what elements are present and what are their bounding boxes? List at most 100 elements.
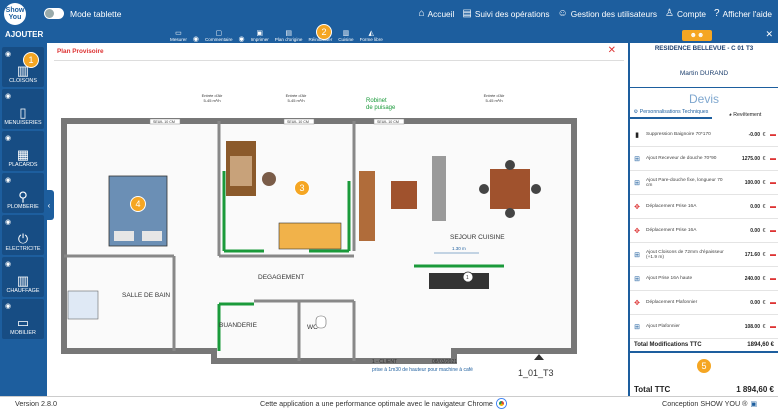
tool-original-plan[interactable]: ▤ Plan d'origine bbox=[272, 27, 306, 43]
air-flow-text: 5-45 m³/h bbox=[485, 98, 502, 103]
tool-print[interactable]: ▣ Imprimer bbox=[248, 27, 272, 43]
sidebar-item-electricite[interactable]: ◉ ⏻ ELECTRICITE bbox=[2, 215, 44, 255]
sidebar-item-menuiseries[interactable]: ◉ ▯ MENUISERIES bbox=[2, 89, 44, 129]
robinet-label: Robinet bbox=[366, 98, 387, 104]
note-date: 08/03/2021 bbox=[432, 359, 457, 365]
sidebar-item-mobilier[interactable]: ◉ ▭ MOBILIER bbox=[2, 299, 44, 339]
right-panel-close-icon[interactable]: ✕ bbox=[765, 29, 773, 40]
eye-icon[interactable]: ◉ bbox=[5, 260, 11, 268]
nav-account[interactable]: ♙ Compte bbox=[665, 8, 707, 19]
list-item[interactable]: ✥ Déplacement Prise 16A 0.00 € ▬ bbox=[630, 195, 778, 219]
item-price: 0.00 bbox=[750, 203, 760, 210]
sidebar-item-label: MOBILIER bbox=[10, 330, 36, 336]
chair bbox=[505, 160, 515, 170]
item-label: Déplacement Prise 16A bbox=[646, 228, 697, 233]
nav-home[interactable]: ⌂ Accueil bbox=[418, 7, 455, 19]
chair bbox=[505, 208, 515, 218]
list-item[interactable]: ▮ Suppression Baignoire 70*170 -0.00 € ▬ bbox=[630, 123, 778, 147]
sidebar-collapse-tab[interactable]: ‹ bbox=[44, 190, 54, 220]
currency: € bbox=[762, 203, 766, 210]
air-inlets: Entrée d'Air 5-45 m³/h Entrée d'Air 5-45… bbox=[202, 93, 505, 103]
plan-toolbar: ▭ Mesurer ◉ ▢ Commentaire ◉ ▣ Imprimer ▤ Pla… bbox=[47, 27, 628, 43]
tool-eye-1[interactable]: ◉ bbox=[190, 27, 202, 43]
nav-help[interactable]: ? Afficher l'aide bbox=[714, 8, 772, 19]
floor-plan[interactable]: Entrée d'Air 5-45 m³/h Entrée d'Air 5-45… bbox=[54, 61, 624, 391]
chair bbox=[531, 184, 541, 194]
eye-icon[interactable]: ◉ bbox=[5, 134, 11, 142]
table bbox=[391, 181, 417, 209]
total-modifications: Total Modifications TTC 1894,60 € bbox=[630, 339, 778, 353]
eye-icon[interactable]: ◉ bbox=[5, 176, 11, 184]
currency: € bbox=[762, 275, 766, 282]
air-flow-text: 5-45 m³/h bbox=[287, 98, 304, 103]
list-item[interactable]: ⊞ Ajout Plafonnier 108.00 € ▬ bbox=[630, 315, 778, 339]
app-logo[interactable]: Show You bbox=[0, 0, 30, 27]
trash-icon[interactable]: ▬ bbox=[768, 132, 778, 138]
plan-title: Plan Provisoire bbox=[57, 48, 104, 55]
people-button[interactable]: ☻☻ bbox=[682, 30, 712, 41]
bed-2 bbox=[278, 222, 342, 250]
sidebar-item-plomberie[interactable]: ◉ ⚲ PLOMBERIE bbox=[2, 173, 44, 213]
step-badge: 5 bbox=[696, 358, 712, 374]
trash-icon[interactable]: ▬ bbox=[768, 252, 778, 258]
toilet bbox=[315, 315, 327, 329]
step-badge: 3 bbox=[294, 180, 310, 196]
list-item[interactable]: ⊞ Ajout Pare-douche fixe, longueur 70 cm 1… bbox=[630, 171, 778, 195]
trash-icon[interactable]: ▬ bbox=[768, 156, 778, 162]
tool-freeform[interactable]: ◭ Forme libre bbox=[357, 27, 386, 43]
list-item[interactable]: ⊞ Ajout Prise 16A haute 240.00 € ▬ bbox=[630, 267, 778, 291]
item-price: 0.00 bbox=[750, 299, 760, 306]
trash-icon[interactable]: ▬ bbox=[768, 228, 778, 234]
kitchen-icon: ▥ bbox=[342, 30, 350, 37]
home-icon: ⌂ bbox=[418, 7, 425, 19]
trash-icon[interactable]: ▬ bbox=[768, 180, 778, 186]
currency: € bbox=[762, 131, 766, 138]
nav-operations[interactable]: ▤ Suivi des opérations bbox=[462, 7, 549, 19]
tab-revetement[interactable]: ◕ Revêtement bbox=[712, 109, 778, 119]
tool-comment[interactable]: ▢ Commentaire bbox=[202, 27, 236, 43]
trash-icon[interactable]: ▬ bbox=[768, 300, 778, 306]
trash-icon[interactable]: ▬ bbox=[768, 204, 778, 210]
browser-note-text: Cette application a une performance opti… bbox=[260, 399, 493, 408]
sidebar-item-chauffage[interactable]: ◉ ▥ CHAUFFAGE bbox=[2, 257, 44, 297]
eye-icon[interactable]: ◉ bbox=[5, 302, 11, 310]
eye-icon: ◉ bbox=[192, 36, 199, 43]
air-flow-text: 5-45 m³/h bbox=[203, 98, 220, 103]
kitchen-counter bbox=[359, 171, 375, 241]
list-item[interactable]: ⊞ Ajout Cloisons de 72mm d'épaisseur (+1.… bbox=[630, 243, 778, 267]
item-label: Ajout Cloisons de 72mm d'épaisseur (+1.9… bbox=[646, 249, 724, 260]
operations-icon: ▤ bbox=[462, 7, 472, 19]
robinet-label: de puisage bbox=[366, 105, 396, 111]
list-item[interactable]: ✥ Déplacement Prise 16A 0.00 € ▬ bbox=[630, 219, 778, 243]
tab-personnalisations[interactable]: ⚙ Personnalisations Techniques bbox=[630, 109, 712, 119]
eye-icon[interactable]: ◉ bbox=[5, 50, 11, 58]
eye-icon[interactable]: ◉ bbox=[5, 92, 11, 100]
tool-measure[interactable]: ▭ Mesurer bbox=[167, 27, 190, 43]
item-price: 1275.00 bbox=[741, 155, 760, 162]
nav-users[interactable]: ☺ Gestion des utilisateurs bbox=[557, 7, 657, 19]
nav-account-label: Compte bbox=[676, 8, 707, 19]
plan-close-icon[interactable]: ✕ bbox=[608, 45, 616, 56]
item-price: 108.00 bbox=[744, 323, 760, 330]
app-root: Show You Mode tablette ⌂ Accueil ▤ Suivi d… bbox=[0, 0, 778, 410]
currency: € bbox=[762, 227, 766, 234]
tool-eye-2[interactable]: ◉ bbox=[236, 27, 248, 43]
trash-icon[interactable]: ▬ bbox=[768, 324, 778, 330]
sidebar-item-label: PLACARDS bbox=[8, 162, 38, 168]
pillow bbox=[142, 231, 162, 241]
tab-revetement-label: Revêtement bbox=[733, 112, 762, 118]
total-ttc-label: Total TTC bbox=[634, 385, 671, 394]
eye-icon[interactable]: ◉ bbox=[5, 218, 11, 226]
item-label: Déplacement Plafonnier bbox=[646, 300, 698, 305]
item-label: Ajout Prise 16A haute bbox=[646, 276, 693, 281]
list-item[interactable]: ✥ Déplacement Plafonnier 0.00 € ▬ bbox=[630, 291, 778, 315]
list-item[interactable]: ⊞ Ajout Receveur de douche 70*90 1275.00 € ▬ bbox=[630, 147, 778, 171]
tablet-mode-toggle[interactable] bbox=[44, 8, 64, 19]
ruler-icon: ▭ bbox=[175, 30, 182, 37]
sidebar-item-placards[interactable]: ◉ ▦ PLACARDS bbox=[2, 131, 44, 171]
tool-kitchen[interactable]: ▥ Cuisine bbox=[335, 27, 356, 43]
sidebar-item-cloisons[interactable]: ◉ ▥ CLOISONS bbox=[2, 47, 44, 87]
trash-icon[interactable]: ▬ bbox=[768, 276, 778, 282]
print-icon: ▣ bbox=[256, 30, 264, 37]
users-icon: ☺ bbox=[557, 7, 568, 19]
